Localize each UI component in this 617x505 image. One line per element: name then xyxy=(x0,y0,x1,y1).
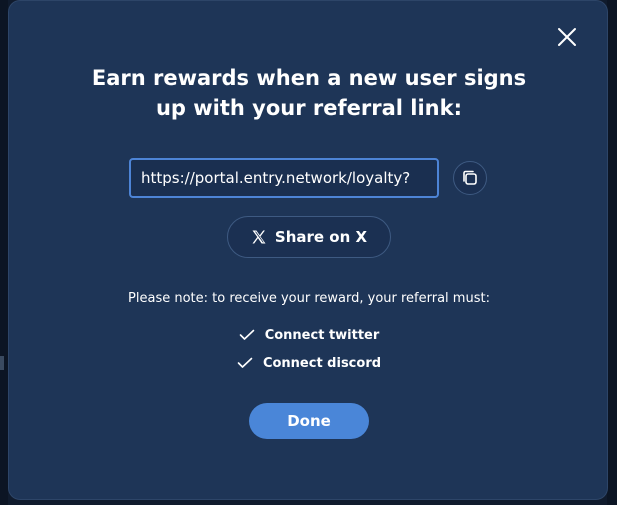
copy-link-button[interactable] xyxy=(453,161,487,195)
copy-icon xyxy=(463,170,477,185)
requirement-connect-twitter: Connect twitter xyxy=(9,321,609,349)
requirement-label: Connect discord xyxy=(262,355,382,371)
requirement-label: Connect twitter xyxy=(264,327,380,343)
modal-title: Earn rewards when a new user signs up wi… xyxy=(49,63,569,123)
done-button[interactable]: Done xyxy=(249,403,369,439)
background-left-edge xyxy=(0,0,8,505)
title-line-2: up with your referral link: xyxy=(155,96,462,120)
share-label: Share on X xyxy=(274,228,368,246)
checkmark-icon xyxy=(239,329,255,340)
requirements-list: Connect twitter Connect discord xyxy=(9,321,609,377)
title-line-1: Earn rewards when a new user signs xyxy=(91,66,527,90)
share-on-x-button[interactable]: Share on X xyxy=(227,216,391,258)
checkmark-icon xyxy=(237,357,253,368)
background-fragment xyxy=(0,356,4,370)
x-logo-icon xyxy=(252,230,266,244)
background-right-edge xyxy=(607,0,617,505)
referral-modal: Earn rewards when a new user signs up wi… xyxy=(8,0,608,500)
referral-note: Please note: to receive your reward, you… xyxy=(128,291,490,306)
referral-link-input[interactable] xyxy=(129,158,439,198)
close-button[interactable] xyxy=(555,25,579,49)
requirement-connect-discord: Connect discord xyxy=(9,349,609,377)
close-icon xyxy=(558,28,576,46)
